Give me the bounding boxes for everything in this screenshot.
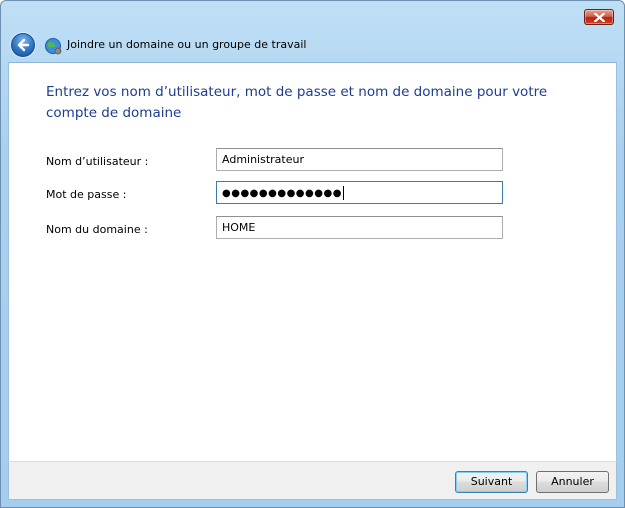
username-label: Nom d’utilisateur : (46, 155, 149, 168)
username-value: Administrateur (222, 153, 304, 166)
wizard-footer: Suivant Annuler (8, 461, 617, 500)
username-field[interactable]: Administrateur (216, 148, 503, 171)
close-icon (594, 13, 605, 22)
wizard-content: Entrez vos nom d’utilisateur, mot de pas… (8, 62, 617, 461)
instruction-heading: Entrez vos nom d’utilisateur, mot de pas… (46, 84, 548, 121)
password-field[interactable]: ●●●●●●●●●●●●● (216, 181, 503, 204)
wizard-header: Joindre un domaine ou un groupe de trava… (1, 29, 624, 62)
close-button[interactable] (584, 9, 614, 25)
domain-value: HOME (222, 221, 256, 234)
back-button[interactable] (11, 33, 35, 57)
domain-field[interactable]: HOME (216, 216, 503, 239)
password-value: ●●●●●●●●●●●●● (222, 188, 342, 199)
back-arrow-icon (17, 38, 30, 52)
window-title: Joindre un domaine ou un groupe de trava… (67, 38, 307, 51)
password-label: Mot de passe : (46, 188, 127, 201)
next-button[interactable]: Suivant (455, 471, 528, 493)
text-caret (342, 186, 344, 200)
cancel-button[interactable]: Annuler (536, 471, 609, 493)
domain-label: Nom du domaine : (46, 223, 148, 236)
dialog-window: Joindre un domaine ou un groupe de trava… (0, 0, 625, 508)
network-globe-icon (45, 38, 62, 55)
